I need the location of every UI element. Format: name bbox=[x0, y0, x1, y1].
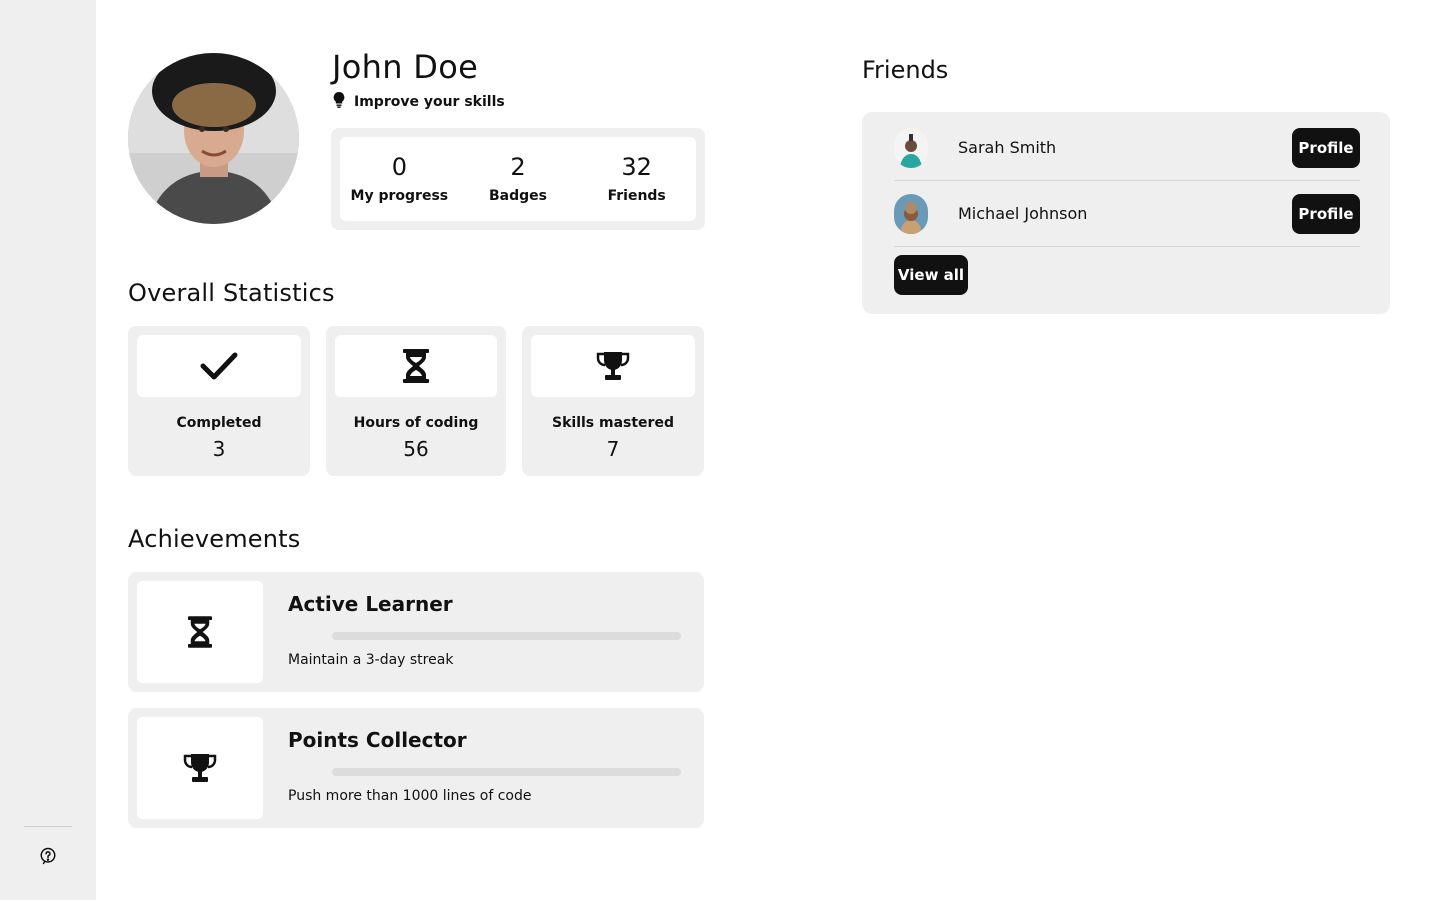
check-icon bbox=[137, 335, 301, 397]
stat-friends: 32 Friends bbox=[577, 137, 696, 221]
achievement-description: Maintain a 3-day streak bbox=[288, 652, 454, 668]
stat-value: 2 bbox=[510, 153, 526, 181]
achievement-progress-bar bbox=[332, 632, 681, 640]
card-value: 7 bbox=[606, 437, 620, 461]
achievement-title: Active Learner bbox=[288, 592, 453, 616]
stat-value: 0 bbox=[391, 153, 407, 181]
stat-value: 32 bbox=[621, 153, 652, 181]
trophy-icon bbox=[531, 335, 695, 397]
card-label: Completed bbox=[176, 415, 262, 431]
friend-avatar bbox=[894, 193, 928, 234]
sidebar-divider bbox=[24, 826, 72, 827]
card-label: Hours of coding bbox=[353, 415, 479, 431]
stat-card-hours: Hours of coding 56 bbox=[326, 326, 506, 476]
profile-avatar bbox=[128, 53, 299, 224]
friends-title: Friends bbox=[862, 56, 949, 84]
profile-name: John Doe bbox=[332, 48, 479, 86]
stat-card-skills: Skills mastered 7 bbox=[522, 326, 704, 476]
trophy-icon bbox=[137, 717, 263, 819]
profile-button[interactable]: Profile bbox=[1292, 193, 1360, 234]
profile-button[interactable]: Profile bbox=[1292, 127, 1360, 168]
hourglass-icon bbox=[335, 335, 497, 397]
profile-tagline: Improve your skills bbox=[332, 92, 505, 112]
stat-label: My progress bbox=[350, 188, 449, 204]
lightbulb-icon bbox=[332, 92, 346, 112]
friends-panel: Sarah Smith Profile Michael Johnson Prof… bbox=[862, 112, 1390, 314]
friend-avatar bbox=[894, 127, 928, 168]
view-all-button[interactable]: View all bbox=[894, 255, 968, 295]
card-value: 56 bbox=[403, 437, 429, 461]
stat-label: Friends bbox=[607, 188, 666, 204]
friend-name: Michael Johnson bbox=[958, 204, 1088, 223]
achievement-active-learner: Active Learner Maintain a 3-day streak bbox=[128, 572, 704, 692]
friend-row-sarah: Sarah Smith Profile bbox=[894, 115, 1360, 181]
achievement-points-collector: Points Collector Push more than 1000 lin… bbox=[128, 708, 704, 828]
card-value: 3 bbox=[212, 437, 226, 461]
achievements-title: Achievements bbox=[128, 525, 301, 553]
achievement-title: Points Collector bbox=[288, 728, 467, 752]
sidebar bbox=[0, 0, 96, 900]
stat-progress: 0 My progress bbox=[340, 137, 459, 221]
stat-badges: 2 Badges bbox=[459, 137, 578, 221]
achievement-description: Push more than 1000 lines of code bbox=[288, 788, 532, 804]
card-label: Skills mastered bbox=[552, 415, 674, 431]
stat-card-completed: Completed 3 bbox=[128, 326, 310, 476]
achievement-progress-bar bbox=[332, 768, 681, 776]
stat-label: Badges bbox=[489, 188, 547, 204]
profile-stats: 0 My progress 2 Badges 32 Friends bbox=[331, 128, 705, 230]
friend-row-michael: Michael Johnson Profile bbox=[894, 181, 1360, 247]
tagline-text: Improve your skills bbox=[354, 94, 505, 110]
overall-statistics-title: Overall Statistics bbox=[128, 279, 335, 307]
friend-name: Sarah Smith bbox=[958, 138, 1057, 157]
help-icon[interactable] bbox=[38, 846, 58, 866]
hourglass-icon bbox=[137, 581, 263, 683]
